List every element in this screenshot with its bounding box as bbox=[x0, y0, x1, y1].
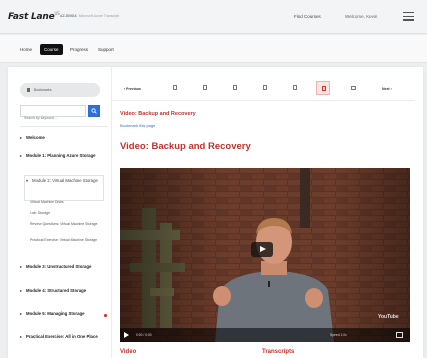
toc-label: Module 4: Structured Storage bbox=[26, 288, 87, 293]
course-code: AZ-800DA bbox=[60, 14, 77, 18]
toc-module-1[interactable]: ▸ Module 1: Planning Azure Storage bbox=[20, 153, 110, 159]
chevron-right-icon: ▸ bbox=[20, 135, 23, 140]
video-controls: 0:00 / 0:00 Speed 1.0x bbox=[120, 328, 410, 342]
outline-search-field[interactable] bbox=[20, 105, 86, 123]
nav-course[interactable]: Course bbox=[40, 44, 63, 55]
toc-label: Practical Exercise: All in One Place bbox=[26, 334, 98, 339]
chevron-right-icon: ▸ bbox=[20, 153, 23, 158]
toc-subitem[interactable]: Practical Exercise: Virtual Machine Stor… bbox=[30, 238, 104, 243]
transcripts-section-heading: Transcripts bbox=[262, 349, 295, 355]
toolbar-divider bbox=[112, 100, 415, 101]
document-icon[interactable] bbox=[346, 81, 360, 95]
search-icon bbox=[91, 108, 97, 114]
find-courses-link[interactable]: Find Courses bbox=[294, 14, 321, 19]
toc-label: Module 3: Unstructured Storage bbox=[26, 264, 92, 269]
chevron-right-icon: ▸ bbox=[20, 311, 23, 316]
page-icon[interactable] bbox=[198, 81, 212, 95]
logo-sup: US bbox=[54, 11, 60, 16]
previous-button[interactable]: ‹ Previous bbox=[124, 87, 141, 91]
video-time: 0:00 / 0:00 bbox=[136, 332, 152, 337]
next-button[interactable]: Next › bbox=[382, 87, 392, 91]
chevron-right-icon: ▸ bbox=[20, 334, 23, 339]
user-welcome[interactable]: Welcome, Kevin bbox=[345, 14, 377, 19]
next-label: Next bbox=[382, 87, 390, 91]
nav-support[interactable]: Support bbox=[94, 44, 118, 55]
toc-module-4[interactable]: ▸ Module 4: Structured Storage bbox=[20, 288, 110, 294]
chevron-right-icon: ▸ bbox=[20, 288, 23, 293]
course-title: Microsoft Azure Transcript bbox=[78, 14, 120, 18]
outline-search-input[interactable] bbox=[21, 113, 85, 123]
site-logo[interactable]: Fast LaneUS bbox=[8, 11, 60, 22]
toc-module-3[interactable]: ▸ Module 3: Unstructured Storage bbox=[20, 264, 110, 270]
sidebar-divider bbox=[20, 126, 108, 127]
course-identifier: AZ-800DA Microsoft Azure Transcript bbox=[60, 14, 119, 18]
video-section-heading: Video bbox=[120, 349, 137, 355]
youtube-logo[interactable]: YouTube bbox=[378, 314, 399, 320]
fullscreen-icon[interactable] bbox=[396, 332, 403, 338]
toc-subitem[interactable]: Lab: Storage bbox=[30, 211, 108, 216]
course-nav: Home Course Progress Support bbox=[0, 35, 427, 63]
video-speed[interactable]: Speed 1.0x bbox=[330, 333, 347, 337]
unit-toolbar: ‹ Previous Next › bbox=[112, 67, 423, 111]
bookmarks-button[interactable]: Bookmarks bbox=[20, 83, 100, 97]
page-icon[interactable] bbox=[258, 81, 272, 95]
bookmarks-label: Bookmarks bbox=[34, 87, 52, 92]
video-heading: Video: Backup and Recovery bbox=[120, 141, 251, 152]
page-icon[interactable] bbox=[288, 81, 302, 95]
previous-label: Previous bbox=[126, 87, 141, 91]
unit-breadcrumb-title: Video: Backup and Recovery bbox=[120, 111, 196, 117]
hamburger-menu-icon[interactable] bbox=[403, 12, 414, 21]
video-play-overlay-button[interactable] bbox=[251, 242, 273, 257]
video-icon[interactable] bbox=[316, 81, 330, 95]
chevron-right-icon: ▸ bbox=[20, 264, 23, 269]
bookmark-icon bbox=[27, 88, 30, 92]
nav-progress[interactable]: Progress bbox=[66, 44, 92, 55]
current-module-indicator bbox=[104, 314, 107, 317]
toc-practical-exercise[interactable]: ▸ Practical Exercise: All in One Place bbox=[20, 334, 110, 340]
logo-text: Fast Lane bbox=[8, 12, 55, 22]
toc-subitem[interactable]: Virtual Machine Disks bbox=[30, 200, 108, 205]
toc-label: Welcome bbox=[26, 135, 45, 140]
page-icon[interactable] bbox=[228, 81, 242, 95]
toc-module-2[interactable]: ▾ Module 2: Virtual Machine Storage bbox=[26, 178, 102, 184]
search-button[interactable] bbox=[88, 105, 100, 117]
toc-welcome[interactable]: ▸ Welcome bbox=[20, 135, 110, 141]
toc-label: Module 5: Managing Storage bbox=[26, 311, 85, 316]
video-player[interactable]: YouTube 0:00 / 0:00 Speed 1.0x bbox=[120, 168, 410, 342]
toc-label: Module 2: Virtual Machine Storage bbox=[32, 178, 98, 183]
play-icon[interactable] bbox=[124, 332, 129, 338]
top-header: Fast LaneUS AZ-800DA Microsoft Azure Tra… bbox=[0, 0, 427, 34]
toc-subitem[interactable]: Review Questions: Virtual Machine Storag… bbox=[30, 222, 104, 227]
page-icon[interactable] bbox=[168, 81, 182, 95]
bookmark-page-link[interactable]: Bookmark this page bbox=[120, 123, 155, 128]
chevron-down-icon: ▾ bbox=[26, 178, 29, 183]
toc-module-5[interactable]: ▸ Module 5: Managing Storage bbox=[20, 311, 110, 317]
toc-label: Module 1: Planning Azure Storage bbox=[26, 153, 96, 158]
nav-home[interactable]: Home bbox=[16, 44, 36, 55]
